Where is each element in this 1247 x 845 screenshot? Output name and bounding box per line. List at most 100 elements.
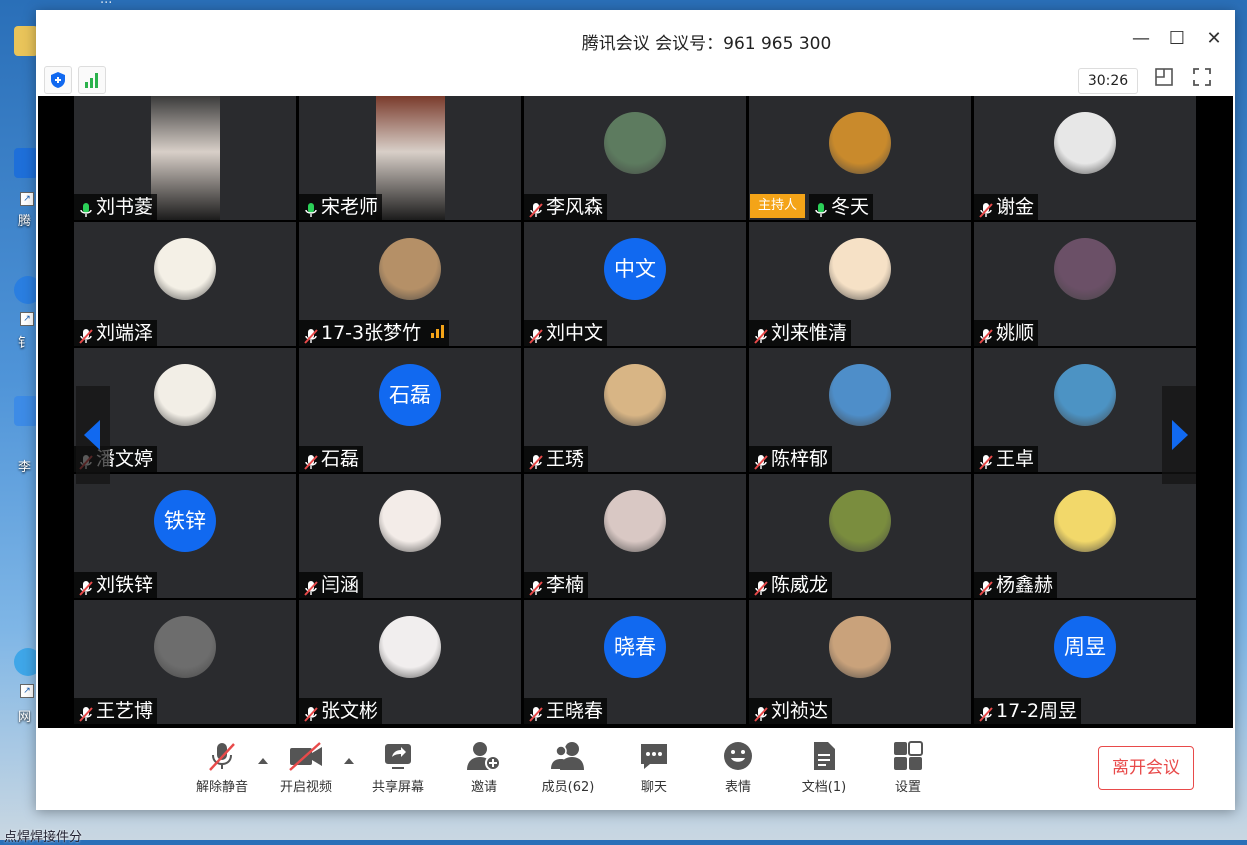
share-screen-button[interactable]: 共享屏幕 bbox=[358, 740, 438, 795]
chat-button[interactable]: 聊天 bbox=[614, 740, 694, 795]
participant-tile[interactable]: 中文 刘中文 bbox=[524, 222, 746, 346]
chevron-left-icon bbox=[84, 420, 100, 450]
participant-tile[interactable]: 刘祯达 bbox=[749, 600, 971, 724]
participant-name: 王艺博 bbox=[74, 698, 158, 724]
participant-tile[interactable]: 17-3张梦竹 bbox=[299, 222, 521, 346]
participant-avatar bbox=[379, 238, 441, 300]
participant-tile[interactable]: 谢金 bbox=[974, 96, 1196, 220]
participant-name-text: 王琇 bbox=[546, 448, 585, 470]
participant-tile[interactable]: 刘书菱 bbox=[74, 96, 296, 220]
participant-avatar bbox=[154, 364, 216, 426]
mic-muted-icon bbox=[528, 325, 544, 344]
participant-name: 姚顺 bbox=[974, 320, 1039, 346]
participant-tile[interactable]: 杨鑫赫 bbox=[974, 474, 1196, 598]
next-page-button[interactable] bbox=[1162, 386, 1196, 484]
mic-muted-icon bbox=[78, 703, 94, 722]
participant-name-text: 刘来惟清 bbox=[771, 322, 848, 344]
participant-tile[interactable]: 晓春 王晓春 bbox=[524, 600, 746, 724]
participant-avatar bbox=[829, 616, 891, 678]
participant-name-text: 李风森 bbox=[546, 196, 604, 218]
participant-avatar bbox=[829, 364, 891, 426]
participant-tile[interactable]: 张文彬 bbox=[299, 600, 521, 724]
share-screen-icon bbox=[385, 744, 411, 769]
desktop-icon-app2[interactable]: ↗ 钅 bbox=[0, 276, 42, 351]
participant-tile[interactable]: 铁锌 刘铁锌 bbox=[74, 474, 296, 598]
leave-meeting-button[interactable]: 离开会议 bbox=[1098, 746, 1194, 790]
settings-button[interactable]: 设置 bbox=[868, 740, 948, 795]
participant-tile[interactable]: 刘来惟清 bbox=[749, 222, 971, 346]
participant-avatar bbox=[829, 112, 891, 174]
participant-tile[interactable]: 王琇 bbox=[524, 348, 746, 472]
desktop-icon-folder[interactable] bbox=[0, 26, 38, 88]
close-button[interactable]: ✕ bbox=[1201, 26, 1227, 52]
title-bar[interactable]: 腾讯会议 会议号：961 965 300 — ☐ ✕ bbox=[36, 10, 1235, 66]
participant-name-text: 石磊 bbox=[321, 448, 360, 470]
mic-muted-icon bbox=[978, 199, 994, 218]
video-stage: 刘书菱 宋老师 李风森 主持人 冬天 谢金 刘端泽 17-3张梦竹 中文 刘中文 刘来惟清 姚顺 潘文婷… bbox=[38, 96, 1233, 728]
participant-avatar bbox=[154, 238, 216, 300]
participant-name: 王琇 bbox=[524, 446, 589, 472]
mic-muted-icon bbox=[78, 325, 94, 344]
mic-muted-icon bbox=[753, 577, 769, 596]
participant-name: 刘中文 bbox=[524, 320, 608, 346]
desktop-icon-app3[interactable]: 李 bbox=[0, 396, 38, 475]
layout-toggle-button[interactable] bbox=[1150, 66, 1178, 94]
participant-name: 刘端泽 bbox=[74, 320, 158, 346]
maximize-button[interactable]: ☐ bbox=[1164, 26, 1190, 52]
mic-muted-icon bbox=[303, 325, 319, 344]
participant-avatar bbox=[829, 238, 891, 300]
participant-name-text: 张文彬 bbox=[321, 700, 379, 722]
participant-tile[interactable]: 主持人 冬天 bbox=[749, 96, 971, 220]
desktop-icon-browser[interactable]: ↗ 网 bbox=[0, 648, 42, 725]
desktop-file-label[interactable]: 点焊焊接件分 bbox=[4, 826, 82, 845]
host-badge: 主持人 bbox=[750, 194, 806, 218]
participant-tile[interactable]: 周昱 17-2周昱 bbox=[974, 600, 1196, 724]
meeting-window: 腾讯会议 会议号：961 965 300 — ☐ ✕ 30:26 刘书菱 宋老师李… bbox=[36, 10, 1235, 810]
minimize-button[interactable]: — bbox=[1128, 26, 1154, 52]
participant-video bbox=[151, 96, 220, 220]
participant-name: 王卓 bbox=[974, 446, 1039, 472]
fullscreen-button[interactable] bbox=[1188, 66, 1216, 94]
weak-signal-icon bbox=[429, 322, 445, 344]
participant-name-text: 王晓春 bbox=[546, 700, 604, 722]
participant-tile[interactable]: 李楠 bbox=[524, 474, 746, 598]
mic-muted-icon bbox=[303, 703, 319, 722]
participant-tile[interactable]: 陈梓郁 bbox=[749, 348, 971, 472]
video-options-caret-icon[interactable] bbox=[342, 756, 356, 766]
security-shield-button[interactable] bbox=[44, 66, 72, 94]
participant-tile[interactable]: 石磊 石磊 bbox=[299, 348, 521, 472]
participant-tile[interactable]: 闫涵 bbox=[299, 474, 521, 598]
participant-name-text: 17-3张梦竹 bbox=[321, 322, 422, 344]
participant-tile[interactable]: 姚顺 bbox=[974, 222, 1196, 346]
participant-tile[interactable]: 宋老师 bbox=[299, 96, 521, 220]
unmute-button[interactable]: 解除静音 bbox=[182, 740, 262, 795]
participant-name: 17-2周昱 bbox=[974, 698, 1082, 724]
participant-name: 宋老师 bbox=[299, 194, 383, 220]
participant-name-text: 谢金 bbox=[996, 196, 1035, 218]
participant-name-text: 李楠 bbox=[546, 574, 585, 596]
participant-name: 刘来惟清 bbox=[749, 320, 852, 346]
meeting-controls-bar: 解除静音 开启视频 共享屏幕 邀请 成员(62) 聊天 表情 文档(1) 设置 … bbox=[36, 728, 1235, 810]
participant-avatar: 晓春 bbox=[604, 616, 666, 678]
signal-bars-icon bbox=[85, 73, 98, 88]
participant-tile[interactable]: 李风森 bbox=[524, 96, 746, 220]
prev-page-button[interactable] bbox=[76, 386, 110, 484]
participant-tile[interactable]: 刘端泽 bbox=[74, 222, 296, 346]
invite-button[interactable]: 邀请 bbox=[444, 740, 524, 795]
participant-tile[interactable]: 陈威龙 bbox=[749, 474, 971, 598]
desktop-top-text: ... bbox=[100, 0, 112, 7]
emoji-button[interactable]: 表情 bbox=[698, 740, 778, 795]
participant-name: 李风森 bbox=[524, 194, 608, 220]
add-user-icon bbox=[467, 742, 501, 771]
participant-avatar bbox=[604, 490, 666, 552]
members-button[interactable]: 成员(62) bbox=[528, 740, 608, 795]
participant-avatar: 石磊 bbox=[379, 364, 441, 426]
participant-name-text: 王卓 bbox=[996, 448, 1035, 470]
mic-muted-icon bbox=[978, 703, 994, 722]
network-status-button[interactable] bbox=[78, 66, 106, 94]
documents-button[interactable]: 文档(1) bbox=[784, 740, 864, 795]
participant-tile[interactable]: 王艺博 bbox=[74, 600, 296, 724]
meeting-timer: 30:26 bbox=[1078, 68, 1138, 94]
desktop-icon-tencent[interactable]: ↗ 腾 bbox=[0, 148, 38, 229]
start-video-button[interactable]: 开启视频 bbox=[266, 740, 346, 795]
